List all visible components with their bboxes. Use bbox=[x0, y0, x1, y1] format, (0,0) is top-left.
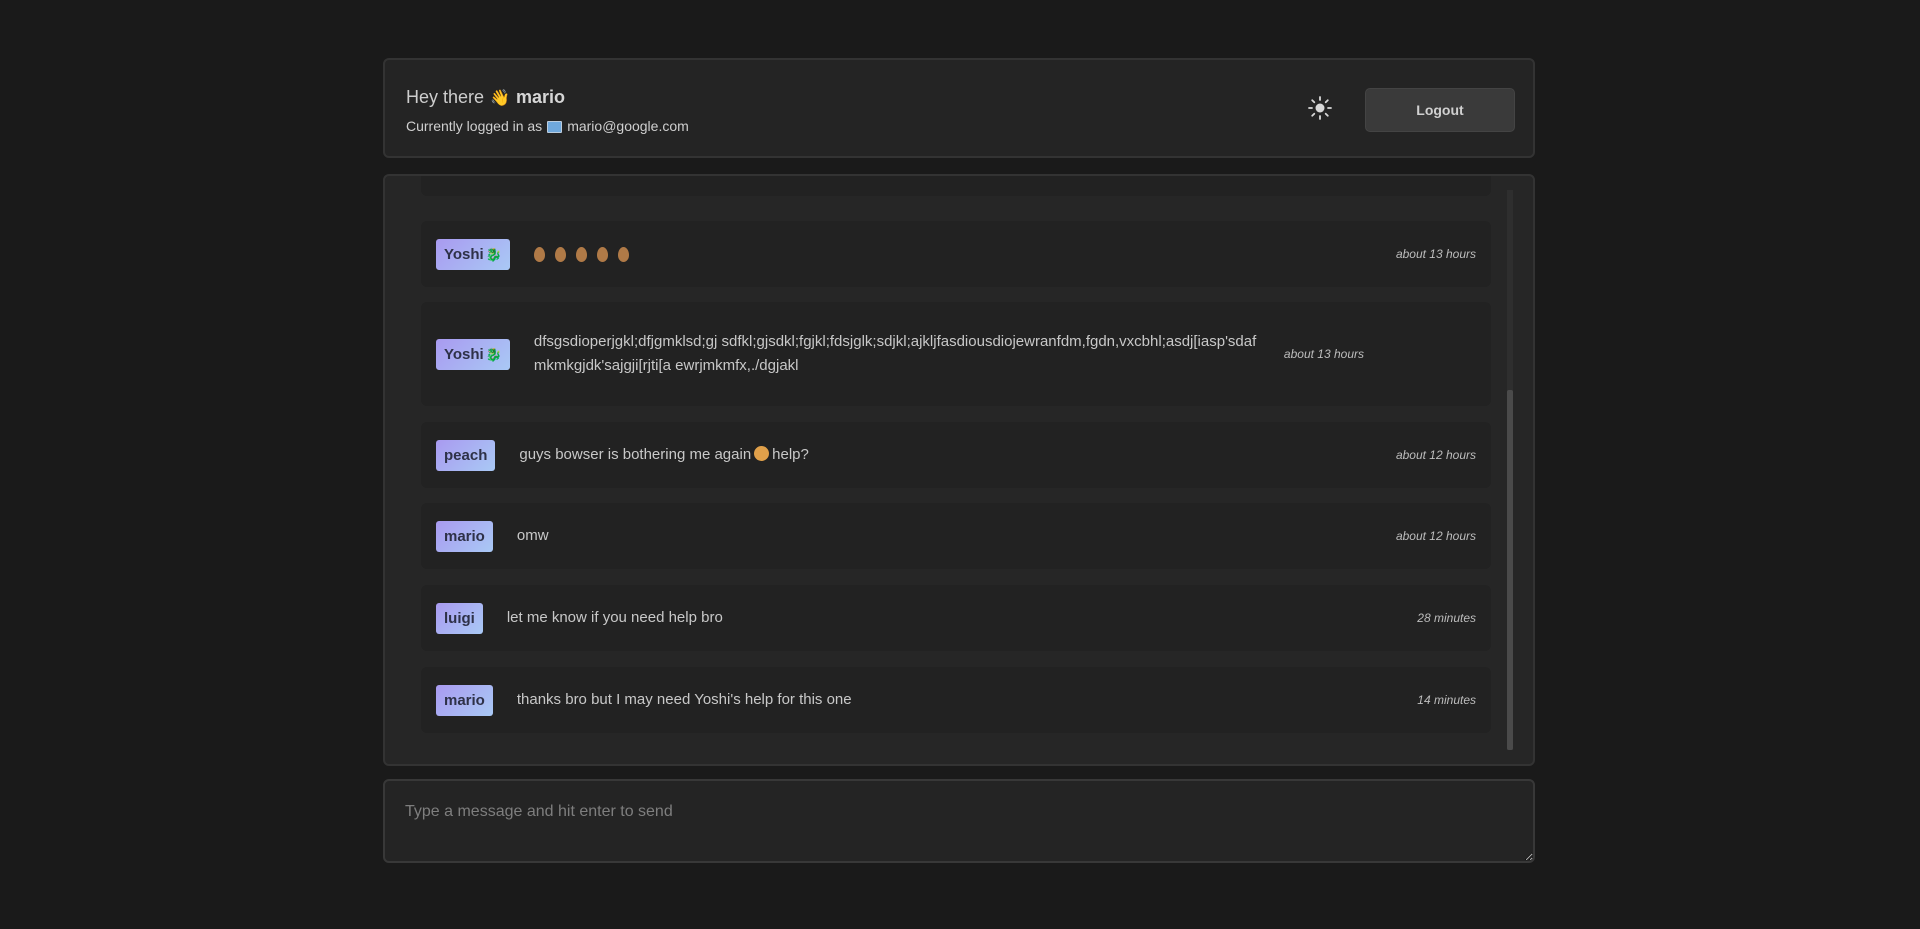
egg-icon bbox=[533, 246, 545, 262]
logout-button[interactable]: Logout bbox=[1365, 88, 1515, 132]
login-status: Currently logged in as mario@google.com bbox=[406, 118, 689, 134]
dragon-icon: 🐉 bbox=[485, 346, 502, 362]
message-item: Yoshi 🐉 dfsgsdioperjgkl;dfjgmklsd;gj sdfk… bbox=[421, 302, 1491, 406]
message-item: mario omw about 12 hours bbox=[421, 503, 1491, 569]
message-list: Yoshi 🐉 about 13 hours Yoshi 🐉 dfsgsdioper… bbox=[421, 176, 1493, 764]
sun-icon bbox=[1308, 96, 1332, 120]
message-text: guys bowser is bothering me again help? bbox=[519, 446, 809, 463]
message-time: 14 minutes bbox=[1417, 693, 1476, 707]
user-email: mario@google.com bbox=[567, 118, 689, 134]
grimace-face-icon bbox=[754, 446, 770, 461]
message-time: about 12 hours bbox=[1395, 529, 1476, 543]
user-badge: peach bbox=[436, 439, 496, 471]
scrollbar-thumb[interactable] bbox=[1507, 390, 1513, 750]
message-item-partial bbox=[421, 176, 1491, 196]
egg-icon bbox=[596, 246, 608, 262]
theme-toggle-sun-icon[interactable] bbox=[1305, 93, 1335, 123]
message-item: luigi let me know if you need help bro 2… bbox=[421, 585, 1491, 651]
logged-in-prefix: Currently logged in as bbox=[406, 118, 543, 134]
user-badge: luigi bbox=[436, 602, 483, 634]
greeting: Hey there 👋 mario bbox=[406, 87, 565, 108]
message-text: omw bbox=[516, 527, 549, 544]
chat-messages-panel[interactable]: Yoshi 🐉 about 13 hours Yoshi 🐉 dfsgsdioper… bbox=[383, 174, 1535, 766]
greeting-prefix: Hey there bbox=[406, 87, 485, 107]
message-item: mario thanks bro but I may need Yoshi's … bbox=[421, 667, 1491, 733]
egg-icon bbox=[554, 246, 566, 262]
message-text: thanks bro but I may need Yoshi's help f… bbox=[516, 691, 852, 708]
egg-icon bbox=[575, 246, 587, 262]
message-time: 28 minutes bbox=[1417, 611, 1476, 625]
user-badge: Yoshi 🐉 bbox=[436, 238, 510, 270]
scrollbar[interactable] bbox=[1507, 190, 1513, 750]
username: mario bbox=[515, 87, 565, 107]
message-time: about 13 hours bbox=[1395, 247, 1476, 261]
message-item: peach guys bowser is bothering me again h… bbox=[421, 422, 1491, 488]
mail-icon bbox=[547, 121, 563, 133]
message-text bbox=[533, 246, 1376, 262]
egg-emojis bbox=[533, 246, 1376, 262]
message-input[interactable] bbox=[383, 779, 1535, 863]
wave-icon: 👋 bbox=[490, 89, 510, 107]
message-item: Yoshi 🐉 about 13 hours bbox=[421, 221, 1491, 287]
message-time: about 13 hours bbox=[1283, 347, 1364, 361]
message-text: dfsgsdioperjgkl;dfjgmklsd;gj sdfkl;gjsdk… bbox=[533, 333, 1257, 374]
user-badge: mario bbox=[436, 684, 493, 716]
user-header: Hey there 👋 mario Currently logged in as… bbox=[383, 58, 1535, 158]
dragon-icon: 🐉 bbox=[485, 246, 502, 262]
message-time: about 12 hours bbox=[1395, 448, 1476, 462]
user-badge: mario bbox=[436, 520, 493, 552]
user-badge: Yoshi 🐉 bbox=[436, 338, 510, 370]
egg-icon bbox=[617, 246, 629, 262]
message-text: let me know if you need help bro bbox=[506, 609, 723, 626]
